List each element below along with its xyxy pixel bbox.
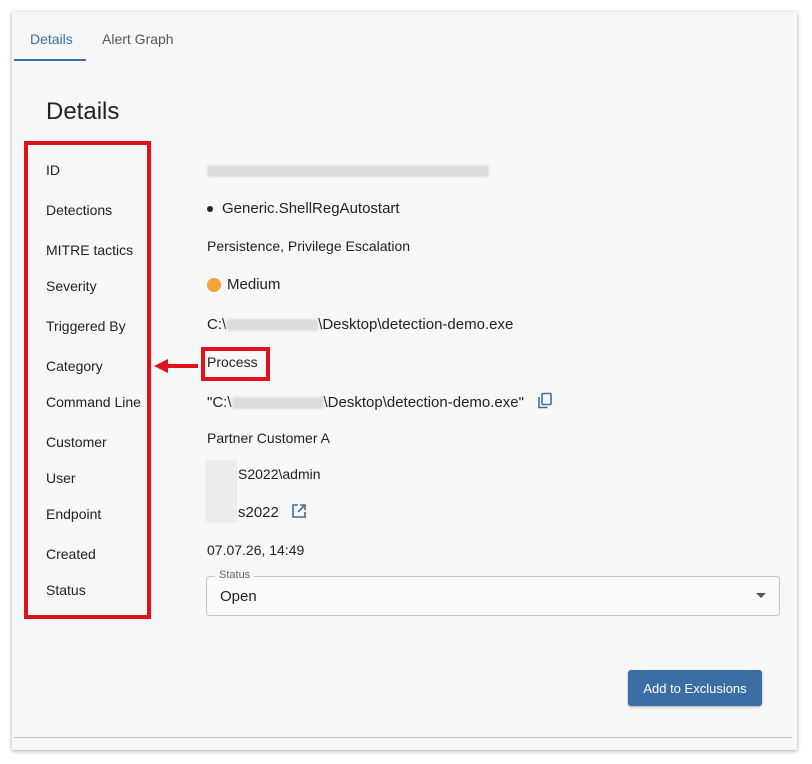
labels-highlight-box xyxy=(24,141,151,619)
alert-details-panel: Details Alert Graph Details ID Detection… xyxy=(12,12,797,750)
value-endpoint: s2022 xyxy=(238,503,307,523)
severity-dot-icon xyxy=(207,278,221,293)
copy-icon[interactable] xyxy=(536,392,554,414)
value-customer: Partner Customer A xyxy=(207,430,330,446)
severity-text: Medium xyxy=(227,276,281,293)
open-external-icon[interactable] xyxy=(291,503,307,523)
endpoint-name: s2022 xyxy=(238,503,279,521)
redacted-path xyxy=(226,319,319,332)
add-to-exclusions-button[interactable]: Add to Exclusions xyxy=(628,670,762,706)
bullet-icon xyxy=(207,206,213,213)
arrow-left-icon xyxy=(154,359,198,373)
status-select[interactable]: Status Open xyxy=(206,569,780,616)
command-prefix: "C:\ xyxy=(207,393,232,411)
redacted-command-path xyxy=(231,397,324,409)
tab-alert-graph[interactable]: Alert Graph xyxy=(102,28,174,60)
command-suffix: \Desktop\detection-demo.exe" xyxy=(323,393,524,411)
value-id xyxy=(207,162,489,178)
active-tab-indicator xyxy=(14,59,86,61)
path-prefix: C:\ xyxy=(207,316,227,333)
tab-details[interactable]: Details xyxy=(30,28,73,60)
page-title: Details xyxy=(46,98,120,125)
value-severity: Medium xyxy=(207,276,280,293)
redacted-block xyxy=(205,460,237,523)
category-highlight-box xyxy=(201,347,270,381)
divider xyxy=(14,737,792,738)
detection-item: Generic.ShellRegAutostart xyxy=(222,200,400,217)
redacted-id xyxy=(207,165,489,178)
value-triggered-by: C:\ \Desktop\detection-demo.exe xyxy=(207,316,513,333)
status-value: Open xyxy=(220,588,257,605)
value-created: 07.07.26, 14:49 xyxy=(207,542,305,558)
value-user: S2022\admin xyxy=(238,466,321,482)
path-suffix: \Desktop\detection-demo.exe xyxy=(318,316,514,333)
value-detections: Generic.ShellRegAutostart xyxy=(207,200,400,217)
chevron-down-icon[interactable] xyxy=(756,593,766,598)
value-command-line: "C:\ \Desktop\detection-demo.exe" xyxy=(207,392,554,414)
status-legend: Status xyxy=(215,569,255,581)
value-mitre-tactics: Persistence, Privilege Escalation xyxy=(207,238,411,254)
